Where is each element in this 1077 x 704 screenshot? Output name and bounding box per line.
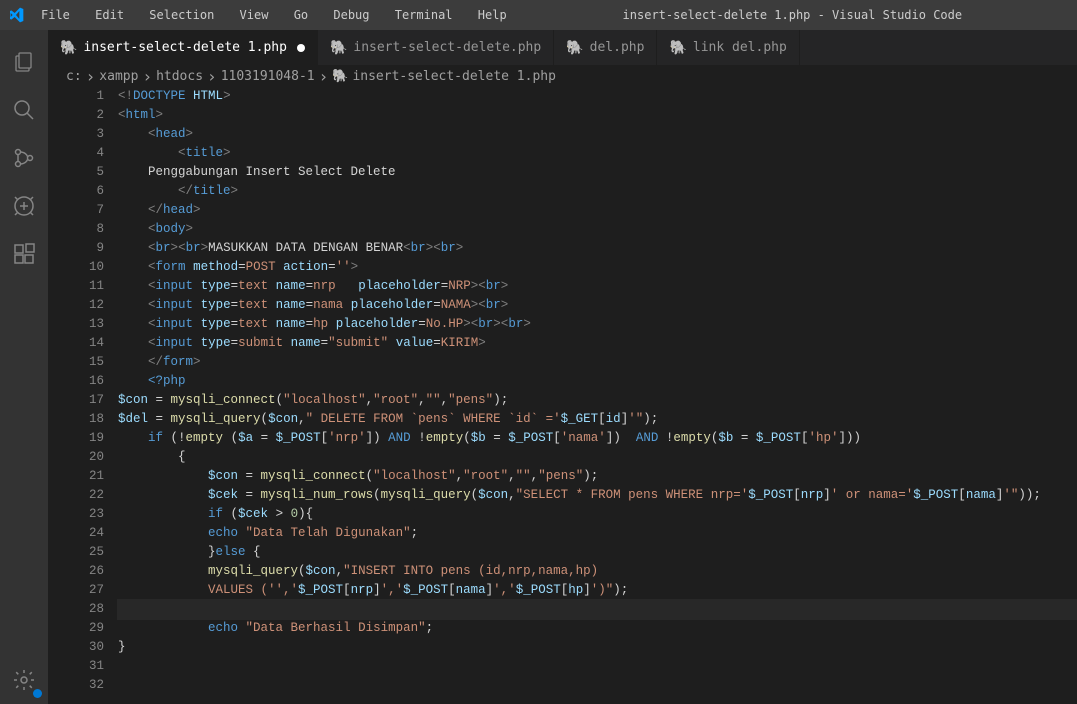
breadcrumb-item[interactable]: htdocs [156, 69, 203, 84]
tab-label: insert-select-delete 1.php [83, 40, 287, 55]
debug-icon[interactable] [0, 182, 48, 230]
breadcrumb[interactable]: c:› xampp› htdocs› 1103191048-1› 🐘 inser… [48, 65, 1077, 87]
chevron-right-icon: › [86, 67, 96, 86]
menu-help[interactable]: Help [469, 8, 516, 22]
tab-label: link del.php [693, 40, 787, 55]
tab-insert-select-delete-1[interactable]: 🐘 insert-select-delete 1.php [48, 30, 318, 65]
breadcrumb-item[interactable]: xampp [99, 69, 138, 84]
editor-group: 🐘 insert-select-delete 1.php 🐘 insert-se… [48, 30, 1077, 704]
menu-debug[interactable]: Debug [324, 8, 378, 22]
menu-go[interactable]: Go [285, 8, 317, 22]
chevron-right-icon: › [207, 67, 217, 86]
menu-bar: File Edit Selection View Go Debug Termin… [32, 8, 516, 22]
tab-label: del.php [590, 40, 645, 55]
breadcrumb-item[interactable]: 1103191048-1 [221, 69, 315, 84]
activity-bar [0, 30, 48, 704]
php-icon: 🐘 [330, 40, 347, 56]
breadcrumb-item[interactable]: insert-select-delete 1.php [352, 69, 556, 84]
php-icon: 🐘 [60, 40, 77, 56]
line-numbers: 1234567891011121314151617181920212223242… [48, 87, 118, 704]
settings-icon[interactable] [0, 656, 48, 704]
tab-insert-select-delete[interactable]: 🐘 insert-select-delete.php [318, 30, 554, 65]
menu-selection[interactable]: Selection [140, 8, 223, 22]
php-icon: 🐘 [669, 40, 686, 56]
editor-content[interactable]: <!DOCTYPE HTML><html> <head> <title> Pen… [118, 87, 1077, 704]
chevron-right-icon: › [319, 67, 329, 86]
title-bar: File Edit Selection View Go Debug Termin… [0, 0, 1077, 30]
chevron-right-icon: › [142, 67, 152, 86]
explorer-icon[interactable] [0, 38, 48, 86]
tab-link-del[interactable]: 🐘 link del.php [657, 30, 799, 65]
menu-file[interactable]: File [32, 8, 79, 22]
php-icon: 🐘 [566, 40, 583, 56]
window-title: insert-select-delete 1.php - Visual Stud… [516, 8, 1069, 22]
dirty-indicator-icon [297, 44, 305, 52]
tab-del[interactable]: 🐘 del.php [554, 30, 657, 65]
menu-edit[interactable]: Edit [86, 8, 133, 22]
editor[interactable]: 1234567891011121314151617181920212223242… [48, 87, 1077, 704]
tab-bar: 🐘 insert-select-delete 1.php 🐘 insert-se… [48, 30, 1077, 65]
extensions-icon[interactable] [0, 230, 48, 278]
menu-terminal[interactable]: Terminal [386, 8, 462, 22]
source-control-icon[interactable] [0, 134, 48, 182]
search-icon[interactable] [0, 86, 48, 134]
vscode-logo-icon [8, 7, 24, 23]
php-icon: 🐘 [332, 69, 348, 84]
breadcrumb-item[interactable]: c: [66, 69, 82, 84]
menu-view[interactable]: View [231, 8, 278, 22]
tab-label: insert-select-delete.php [353, 40, 541, 55]
